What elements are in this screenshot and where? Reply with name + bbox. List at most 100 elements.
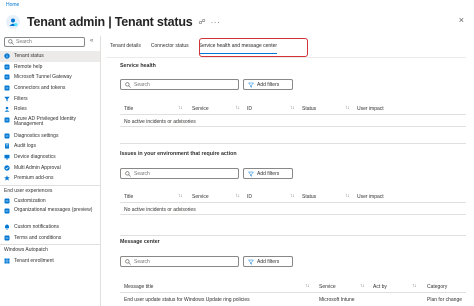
close-icon[interactable]: × xyxy=(459,15,464,25)
sidebar-item-label: Tenant enrollment xyxy=(14,257,54,264)
sidebar-item-audit-logs[interactable]: Audit logs xyxy=(0,141,100,152)
sidebar-item-label: Microsoft Tunnel Gateway xyxy=(14,74,72,81)
sidebar-item-custom-notifications[interactable]: Custom notifications xyxy=(0,222,100,233)
sidebar-item-remote-help[interactable]: Remote help xyxy=(0,62,100,73)
section-title: Issues in your environment that require … xyxy=(120,151,237,157)
connector-icon xyxy=(4,85,10,91)
table-header: Title ↑↓ Service ↑↓ ID ↑↓ Status ↑↓ User… xyxy=(120,190,466,203)
pim-icon xyxy=(4,117,10,123)
col-service[interactable]: Service xyxy=(319,284,336,290)
tab-tenant-details[interactable]: Tenant details xyxy=(110,39,141,53)
service-health-search[interactable] xyxy=(120,79,239,90)
sort-icon[interactable]: ↑↓ xyxy=(235,105,240,111)
add-filters-button[interactable]: Add filters xyxy=(243,168,293,179)
main-content: Tenant details Connector status Service he… xyxy=(106,36,474,306)
issues-search-input[interactable] xyxy=(134,170,234,177)
col-act-by[interactable]: Act by xyxy=(373,284,387,290)
sort-icon[interactable]: ↑↓ xyxy=(345,193,350,199)
sidebar-item-label: Premium add-ons xyxy=(14,175,54,182)
sidebar-item-label: Roles xyxy=(14,106,27,113)
sort-icon[interactable]: ↑↓ xyxy=(290,105,295,111)
message-center-section: Message center Add filters Message title… xyxy=(120,239,466,306)
sidebar-item-connectors-and-tokens[interactable]: Connectors and tokens xyxy=(0,83,100,94)
tenant-admin-icon xyxy=(6,15,20,29)
sidebar-item-diagnostics-settings[interactable]: Diagnostics settings xyxy=(0,131,100,142)
sidebar-item-azure-ad-privileged-identity-management[interactable]: Azure AD Privileged Identity Management xyxy=(0,115,100,131)
sidebar-item-label: Diagnostics settings xyxy=(14,132,59,139)
sort-icon[interactable]: ↑↓ xyxy=(360,283,365,289)
sidebar-item-label: Multi Admin Approval xyxy=(14,164,61,171)
sidebar-item-customization[interactable]: Customization xyxy=(0,196,100,207)
search-icon xyxy=(125,170,131,177)
section-divider xyxy=(120,235,466,236)
col-status[interactable]: Status xyxy=(302,106,316,112)
sidebar-section-header: End user experiences xyxy=(0,184,100,196)
message-center-search[interactable] xyxy=(120,256,239,267)
pin-icon[interactable]: ☍ xyxy=(199,18,206,26)
col-user-impact[interactable]: User impact xyxy=(357,194,384,200)
roles-icon xyxy=(4,106,10,113)
approval-icon xyxy=(4,164,10,171)
customization-icon xyxy=(4,198,10,204)
issues-section: Issues in your environment that require … xyxy=(120,151,466,235)
sidebar-item-label: Device diagnostics xyxy=(14,154,56,161)
sidebar-item-microsoft-tunnel-gateway[interactable]: Microsoft Tunnel Gateway xyxy=(0,72,100,83)
sidebar-item-tenant-status[interactable]: Tenant status xyxy=(0,51,100,62)
sidebar-search[interactable] xyxy=(4,37,85,47)
col-service[interactable]: Service xyxy=(192,194,209,200)
col-status[interactable]: Status xyxy=(302,194,316,200)
messages-icon xyxy=(4,208,10,214)
sidebar-item-multi-admin-approval[interactable]: Multi Admin Approval xyxy=(0,162,100,173)
sidebar-item-organizational-messages-preview[interactable]: Organizational messages (preview) xyxy=(0,206,100,222)
sidebar-search-input[interactable] xyxy=(16,39,76,45)
notification-icon xyxy=(4,224,10,231)
service-health-search-input[interactable] xyxy=(134,81,234,88)
sidebar-item-filters[interactable]: Filters xyxy=(0,93,100,104)
collapse-sidebar-icon[interactable]: « xyxy=(90,38,93,44)
sidebar-item-premium-add-ons[interactable]: Premium add-ons xyxy=(0,173,100,184)
col-message-title[interactable]: Message title xyxy=(124,284,153,290)
tab-divider xyxy=(106,57,466,58)
breadcrumb[interactable]: Home xyxy=(6,2,19,8)
table-header: Message title ↑↓ Service ↑↓ Act by ↑↓ Ca… xyxy=(120,280,466,293)
empty-message: No active incidents or advisories xyxy=(120,204,466,215)
page-title: Tenant admin | Tenant status xyxy=(27,15,193,29)
premium-icon xyxy=(4,175,10,181)
table-row[interactable]: End user update status for Windows Updat… xyxy=(120,294,466,305)
sort-icon[interactable]: ↑↓ xyxy=(345,105,350,111)
issues-search[interactable] xyxy=(120,168,239,179)
tab-connector-status[interactable]: Connector status xyxy=(151,39,189,53)
sidebar-item-label: Custom notifications xyxy=(14,224,60,231)
filter-icon xyxy=(4,96,10,102)
sort-icon[interactable]: ↑↓ xyxy=(412,283,417,289)
add-filter-icon xyxy=(248,82,254,88)
tunnel-icon xyxy=(4,74,10,80)
col-title[interactable]: Title xyxy=(124,106,133,112)
sidebar-item-terms-and-conditions[interactable]: Terms and conditions xyxy=(0,233,100,244)
sidebar-item-device-diagnostics[interactable]: Device diagnostics xyxy=(0,152,100,163)
service-health-section: Service health Add filters Title ↑↓ Serv… xyxy=(120,63,466,143)
search-icon xyxy=(8,39,14,45)
sidebar-item-roles[interactable]: Roles xyxy=(0,104,100,115)
sort-icon[interactable]: ↑↓ xyxy=(178,105,183,111)
sidebar-item-label: Terms and conditions xyxy=(14,235,62,242)
col-id[interactable]: ID xyxy=(247,194,252,200)
message-title-cell[interactable]: End user update status for Windows Updat… xyxy=(124,297,250,303)
add-filters-button[interactable]: Add filters xyxy=(243,79,293,90)
col-category[interactable]: Category xyxy=(427,284,447,290)
sidebar-nav: Tenant status Remote help Microsoft Tunnel… xyxy=(0,51,100,266)
sidebar: « Tenant status Remote help Microsoft Tunn… xyxy=(0,36,101,306)
sort-icon[interactable]: ↑↓ xyxy=(178,193,183,199)
col-title[interactable]: Title xyxy=(124,194,133,200)
sort-icon[interactable]: ↑↓ xyxy=(235,193,240,199)
more-options-icon[interactable]: ··· xyxy=(211,18,221,27)
sort-icon[interactable]: ↑↓ xyxy=(290,193,295,199)
col-user-impact[interactable]: User impact xyxy=(357,106,384,112)
col-id[interactable]: ID xyxy=(247,106,252,112)
sort-icon[interactable]: ↑↓ xyxy=(305,283,310,289)
terms-icon xyxy=(4,235,10,241)
add-filters-button[interactable]: Add filters xyxy=(243,256,293,267)
sidebar-item-tenant-enrollment[interactable]: Tenant enrollment xyxy=(0,255,100,266)
message-center-search-input[interactable] xyxy=(134,258,234,265)
col-service[interactable]: Service xyxy=(192,106,209,112)
